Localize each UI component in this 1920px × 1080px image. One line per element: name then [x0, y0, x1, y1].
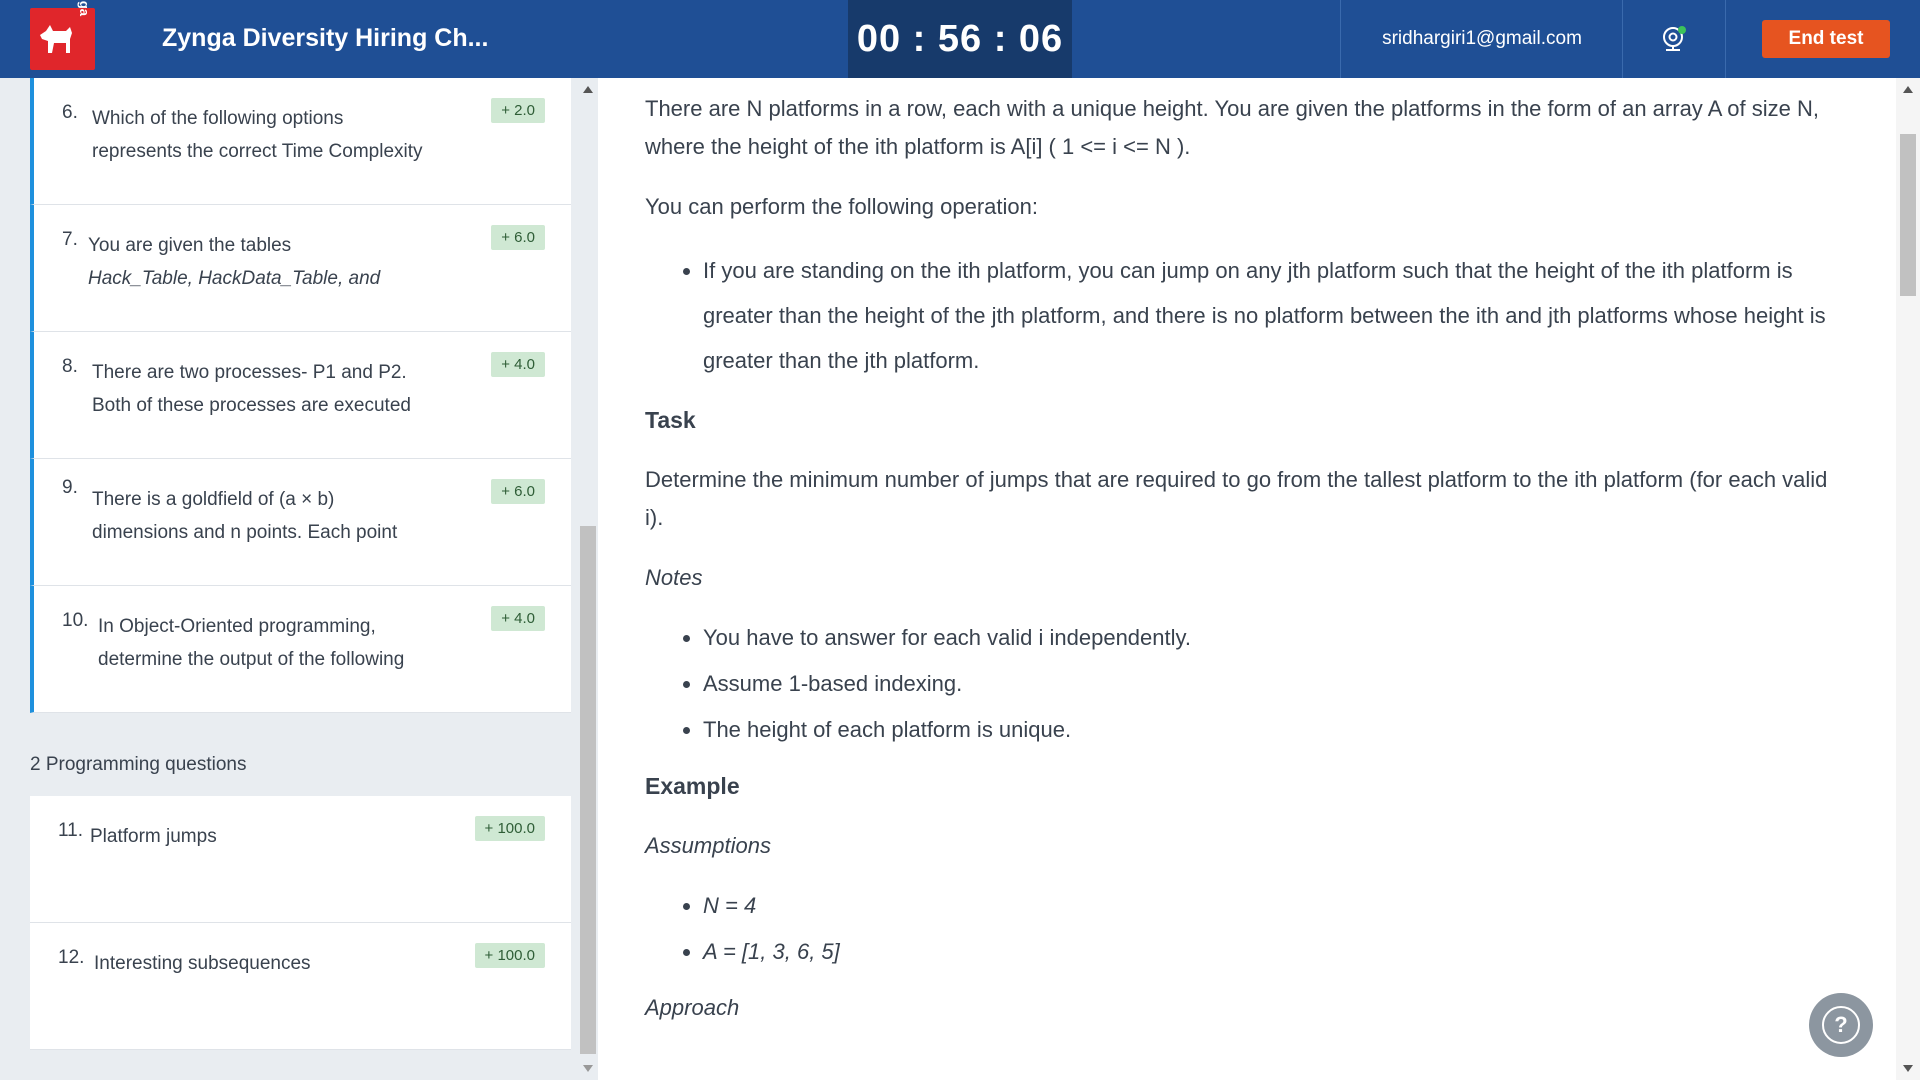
note-item: Assume 1-based indexing.: [703, 665, 1845, 703]
content-scrollbar[interactable]: [1896, 78, 1920, 1080]
assumptions-heading: Assumptions: [645, 833, 771, 858]
question-number: 7.: [62, 229, 78, 250]
question-item-9[interactable]: 9. There is a goldfield of (a × b) dimen…: [30, 459, 571, 586]
question-preview-line1: You are given the tables: [88, 235, 292, 256]
question-item-12[interactable]: 12. Interesting subsequences + 100.0: [30, 923, 571, 1050]
zynga-dog-icon: [40, 25, 72, 53]
scrollbar-thumb[interactable]: [1900, 134, 1916, 296]
top-bar: zynga Zynga Diversity Hiring Ch... 00 : …: [0, 0, 1920, 78]
left-scrollbar[interactable]: [578, 78, 598, 1080]
user-email: sridhargiri1@gmail.com: [1340, 0, 1623, 78]
problem-statement: There are N platforms in a row, each wit…: [600, 78, 1896, 1080]
test-title: Zynga Diversity Hiring Ch...: [162, 24, 489, 52]
question-number: 6.: [62, 102, 78, 123]
scroll-down-arrow-icon[interactable]: [1903, 1065, 1913, 1072]
operation-intro: You can perform the following operation:: [645, 194, 1038, 219]
notes-list: You have to answer for each valid i inde…: [645, 619, 1845, 749]
assumption-item: N = 4: [703, 887, 1845, 925]
task-text: Determine the minimum number of jumps th…: [645, 467, 1828, 530]
question-item-6[interactable]: 6. Which of the following options repres…: [30, 78, 571, 205]
question-preview-line2: dimensions and n points. Each point: [92, 522, 398, 543]
operation-rule: If you are standing on the ith platform,…: [703, 248, 1845, 383]
question-preview-line1: Which of the following options: [92, 108, 344, 129]
programming-section-label: 2 Programming questions: [30, 754, 247, 775]
question-preview: There is a goldfield of (a × b) dimensio…: [92, 483, 462, 549]
notes-heading: Notes: [645, 565, 703, 590]
question-number: 10.: [62, 610, 89, 631]
question-preview-line2: determine the output of the following: [98, 649, 405, 670]
approach-heading: Approach: [645, 995, 740, 1020]
question-preview: There are two processes- P1 and P2. Both…: [92, 356, 462, 422]
question-item-7[interactable]: 7. You are given the tables Hack_Table, …: [30, 205, 571, 332]
score-badge: + 4.0: [491, 352, 545, 377]
end-test-button[interactable]: End test: [1762, 20, 1890, 58]
question-item-11[interactable]: 11. Platform jumps + 100.0: [30, 796, 571, 923]
question-title: Interesting subsequences: [94, 953, 311, 974]
score-badge: + 6.0: [491, 479, 545, 504]
question-preview-line2: represents the correct Time Complexity: [92, 141, 423, 162]
question-preview: Which of the following options represent…: [92, 102, 462, 168]
question-preview-line1: There are two processes- P1 and P2.: [92, 362, 407, 383]
score-badge: + 100.0: [474, 943, 545, 968]
note-item: The height of each platform is unique.: [703, 711, 1845, 749]
question-number: 12.: [58, 947, 85, 968]
question-preview-line2: Both of these processes are executed: [92, 395, 411, 416]
problem-intro: There are N platforms in a row, each wit…: [645, 96, 1819, 159]
question-navigator: 6. Which of the following options repres…: [0, 78, 598, 1080]
score-badge: + 4.0: [491, 606, 545, 631]
score-badge: + 100.0: [474, 816, 545, 841]
logo-text: zynga: [77, 0, 92, 16]
question-number: 11.: [58, 820, 84, 841]
score-badge: + 6.0: [491, 225, 545, 250]
webcam-status[interactable]: [1622, 0, 1726, 78]
scroll-up-arrow-icon[interactable]: [583, 86, 593, 93]
assumptions-list: N = 4 A = [1, 3, 6, 5]: [645, 887, 1845, 971]
question-item-8[interactable]: 8. There are two processes- P1 and P2. B…: [30, 332, 571, 459]
assumption-item: A = [1, 3, 6, 5]: [703, 933, 1845, 971]
webcam-icon: [1663, 26, 1686, 51]
note-item: You have to answer for each valid i inde…: [703, 619, 1845, 657]
zynga-logo: zynga: [30, 0, 95, 70]
question-preview: In Object-Oriented programming, determin…: [98, 610, 468, 676]
help-icon: ?: [1822, 1006, 1860, 1044]
operation-list: If you are standing on the ith platform,…: [645, 248, 1845, 383]
question-preview-line1: In Object-Oriented programming,: [98, 616, 376, 637]
scrollbar-thumb[interactable]: [580, 526, 596, 1054]
question-number: 8.: [62, 356, 78, 377]
question-preview-line1: There is a goldfield of (a × b): [92, 489, 335, 510]
question-preview-line2: Hack_Table, HackData_Table, and: [88, 268, 381, 289]
question-number: 9.: [62, 477, 78, 498]
countdown-timer: 00 : 56 : 06: [848, 0, 1072, 78]
question-item-10[interactable]: 10. In Object-Oriented programming, dete…: [30, 586, 571, 713]
question-preview: You are given the tables Hack_Table, Hac…: [88, 229, 458, 295]
help-button[interactable]: ?: [1809, 993, 1873, 1057]
task-heading: Task: [645, 407, 696, 433]
scroll-down-arrow-icon[interactable]: [583, 1065, 593, 1072]
question-list: 6. Which of the following options repres…: [30, 78, 571, 713]
programming-question-list: 11. Platform jumps + 100.0 12. Interesti…: [30, 796, 571, 1050]
score-badge: + 2.0: [491, 98, 545, 123]
scroll-up-arrow-icon[interactable]: [1903, 86, 1913, 93]
example-heading: Example: [645, 773, 740, 799]
question-title: Platform jumps: [90, 826, 217, 847]
